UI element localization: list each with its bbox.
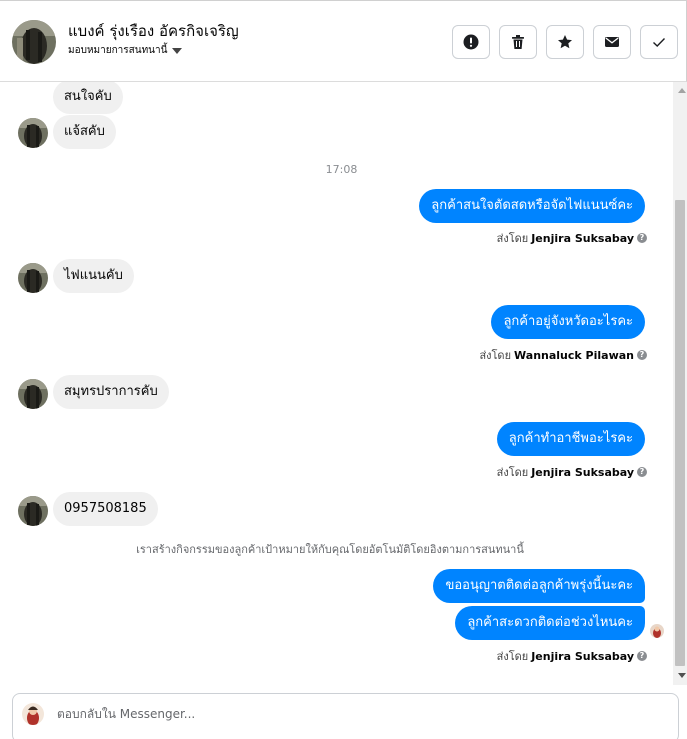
message-thread[interactable]: สนใจคับ แจ้สคับ 17:08 ลูกค้าสนใจตัดสดหรื… xyxy=(0,82,673,685)
incoming-message: ไฟแนนคับ xyxy=(53,259,134,293)
incoming-message: สนใจคับ xyxy=(53,82,123,114)
help-icon[interactable]: ? xyxy=(637,467,647,477)
conversation-header: แบงค์ รุ่งเรือง อัครกิจเจริญ มอบหมายการส… xyxy=(0,0,687,82)
sent-by-label: ส่งโดย Jenjira Suksabay ? xyxy=(497,229,647,247)
help-icon[interactable]: ? xyxy=(637,651,647,661)
alert-icon xyxy=(463,34,479,50)
sent-by-label: ส่งโดย Jenjira Suksabay ? xyxy=(497,647,647,665)
sent-by-label: ส่งโดย Jenjira Suksabay ? xyxy=(497,463,647,481)
sent-by-prefix: ส่งโดย xyxy=(496,466,529,479)
outgoing-message: ขออนุญาตติดต่อลูกค้าพรุ่งนี้นะคะ xyxy=(433,569,645,603)
star-icon xyxy=(558,35,572,49)
incoming-message: แจ้สคับ xyxy=(53,115,116,149)
sent-by-prefix: ส่งโดย xyxy=(496,232,529,245)
incoming-message: 0957508185 xyxy=(53,492,158,526)
scrollbar-thumb[interactable] xyxy=(675,200,685,666)
check-icon xyxy=(653,38,666,47)
mark-done-button[interactable] xyxy=(640,25,678,59)
reply-input[interactable] xyxy=(57,705,537,723)
sender-avatar xyxy=(18,496,48,526)
sent-by-name: Jenjira Suksabay xyxy=(531,465,634,479)
outgoing-message: ลูกค้าทำอาชีพอะไรคะ xyxy=(496,422,645,456)
star-button[interactable] xyxy=(546,25,584,59)
message-timestamp: 17:08 xyxy=(325,163,358,176)
sent-by-name: Jenjira Suksabay xyxy=(531,231,634,245)
help-icon[interactable]: ? xyxy=(637,350,647,360)
sender-avatar xyxy=(18,379,48,409)
mark-unread-button[interactable] xyxy=(593,25,631,59)
sent-by-prefix: ส่งโดย xyxy=(496,650,529,663)
scroll-up-arrow-icon[interactable] xyxy=(678,88,686,93)
system-note: เราสร้างกิจกรรมของลูกค้าเป้าหมายให้กับคุ… xyxy=(136,543,524,556)
sent-by-prefix: ส่งโดย xyxy=(479,349,512,362)
contact-name[interactable]: แบงค์ รุ่งเรือง อัครกิจเจริญ xyxy=(68,19,239,43)
contact-avatar[interactable] xyxy=(12,20,56,64)
sender-avatar xyxy=(18,263,48,293)
spam-button[interactable] xyxy=(452,25,490,59)
envelope-icon xyxy=(605,37,619,47)
sender-avatar xyxy=(18,118,48,148)
caret-down-icon xyxy=(172,47,183,54)
outgoing-message: ลูกค้าสะดวกติดต่อช่วงไหนคะ xyxy=(455,606,645,640)
help-icon[interactable]: ? xyxy=(637,233,647,243)
sent-by-name: Jenjira Suksabay xyxy=(531,649,634,663)
delete-button[interactable] xyxy=(499,25,537,59)
seen-avatar-icon xyxy=(650,624,664,638)
conversation-actions xyxy=(452,25,678,59)
reply-composer xyxy=(0,685,687,739)
incoming-message: สมุทรปราการคับ xyxy=(53,375,169,409)
assign-conversation-dropdown[interactable]: มอบหมายการสนทนานี้ xyxy=(68,43,183,58)
assign-label: มอบหมายการสนทนานี้ xyxy=(68,45,168,56)
sent-by-name: Wannaluck Pilawan xyxy=(514,348,634,362)
outgoing-message: ลูกค้าสนใจตัดสดหรือจัดไฟแนนซ์คะ xyxy=(419,189,645,223)
agent-avatar xyxy=(22,703,44,725)
outgoing-message: ลูกค้าอยู่จังหวัดอะไรคะ xyxy=(491,305,645,339)
sent-by-label: ส่งโดย Wannaluck Pilawan ? xyxy=(479,346,647,364)
scroll-down-arrow-icon[interactable] xyxy=(678,673,686,678)
trash-icon xyxy=(512,35,524,49)
